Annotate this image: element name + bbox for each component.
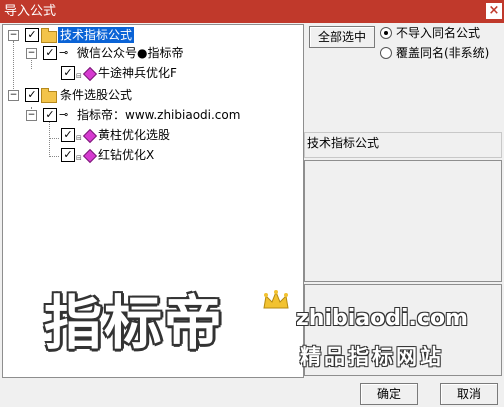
collapse-icon[interactable]: − [26, 110, 37, 121]
folder-icon [41, 88, 57, 103]
tree-node-checkbox[interactable]: ✓ [25, 88, 39, 102]
watermark-url: zhibiaodi.com [296, 306, 468, 331]
radio-overwrite-duplicates-label: 覆盖同名(非系统) [396, 46, 490, 60]
crown-icon [263, 290, 289, 309]
collapse-icon[interactable]: − [8, 90, 19, 101]
formula-gem-icon [82, 66, 98, 82]
formula-gem-icon [82, 148, 98, 164]
radio-skip-duplicates-label: 不导入同名公式 [396, 26, 481, 40]
key-icon: ⊸ [59, 108, 69, 121]
tree-node-wechat-publisher[interactable]: − ✓ ⊸ 微信公众号●指标帝 [3, 45, 301, 61]
tree-node-label: 黄柱优化选股 [98, 128, 171, 142]
tree-node-checkbox[interactable]: ✓ [25, 28, 39, 42]
tree-node-formula[interactable]: ✓ ⊟ 红钻优化X [3, 147, 301, 164]
import-formula-dialog: 导入公式 × − ✓ 技术指标公式 − ✓ ⊸ 微信公众号●指标帝 ✓ ⊟ 牛途… [0, 0, 504, 407]
formula-type-label: 技术指标公式 [304, 132, 502, 158]
select-all-button[interactable]: 全部选中 [309, 26, 375, 48]
tree-node-formula[interactable]: ✓ ⊟ 黄柱优化选股 [3, 127, 301, 144]
folder-icon [41, 28, 57, 43]
tree-node-label: 微信公众号●指标帝 [77, 46, 184, 60]
tree-node-label: 红钻优化X [98, 148, 155, 162]
radio-overwrite-duplicates[interactable] [380, 47, 392, 59]
tree-node-checkbox[interactable]: ✓ [43, 46, 57, 60]
tree-node-label: 指标帝：www.zhibiaodi.com [77, 108, 241, 122]
tree-node-checkbox[interactable]: ✓ [43, 108, 57, 122]
key-icon: ⊸ [59, 46, 69, 59]
tree-node-technical-formulas[interactable]: − ✓ 技术指标公式 [3, 27, 301, 43]
formula-preview-panel [304, 160, 502, 282]
tree-node-label: 技术指标公式 [58, 27, 135, 43]
watermark-slogan: 精品指标网站 [300, 345, 444, 369]
collapse-icon[interactable]: − [8, 30, 19, 41]
formula-prefix-icon: ⊟ [76, 134, 82, 142]
formula-prefix-icon: ⊟ [76, 154, 82, 162]
collapse-icon[interactable]: − [26, 48, 37, 59]
title-bar[interactable]: 导入公式 × [0, 0, 504, 23]
tree-node-checkbox[interactable]: ✓ [61, 148, 75, 162]
formula-prefix-icon: ⊟ [76, 72, 82, 80]
tree-node-label: 条件选股公式 [60, 88, 133, 102]
tree-node-formula[interactable]: ✓ ⊟ 牛途神兵优化F [3, 65, 301, 82]
tree-node-label: 牛途神兵优化F [98, 66, 177, 80]
dialog-title: 导入公式 [4, 4, 57, 19]
ok-button[interactable]: 确定 [360, 383, 418, 405]
radio-skip-duplicates[interactable] [380, 27, 392, 39]
tree-node-checkbox[interactable]: ✓ [61, 66, 75, 80]
tree-node-stock-screen-formulas[interactable]: − ✓ 条件选股公式 [3, 87, 301, 103]
watermark-logo-text: 指标帝 [44, 289, 225, 357]
formula-gem-icon [82, 128, 98, 144]
tree-node-checkbox[interactable]: ✓ [61, 128, 75, 142]
tree-node-zhibiaodi-publisher[interactable]: − ✓ ⊸ 指标帝：www.zhibiaodi.com [3, 107, 301, 123]
close-icon[interactable]: × [486, 3, 502, 19]
cancel-button[interactable]: 取消 [440, 383, 498, 405]
